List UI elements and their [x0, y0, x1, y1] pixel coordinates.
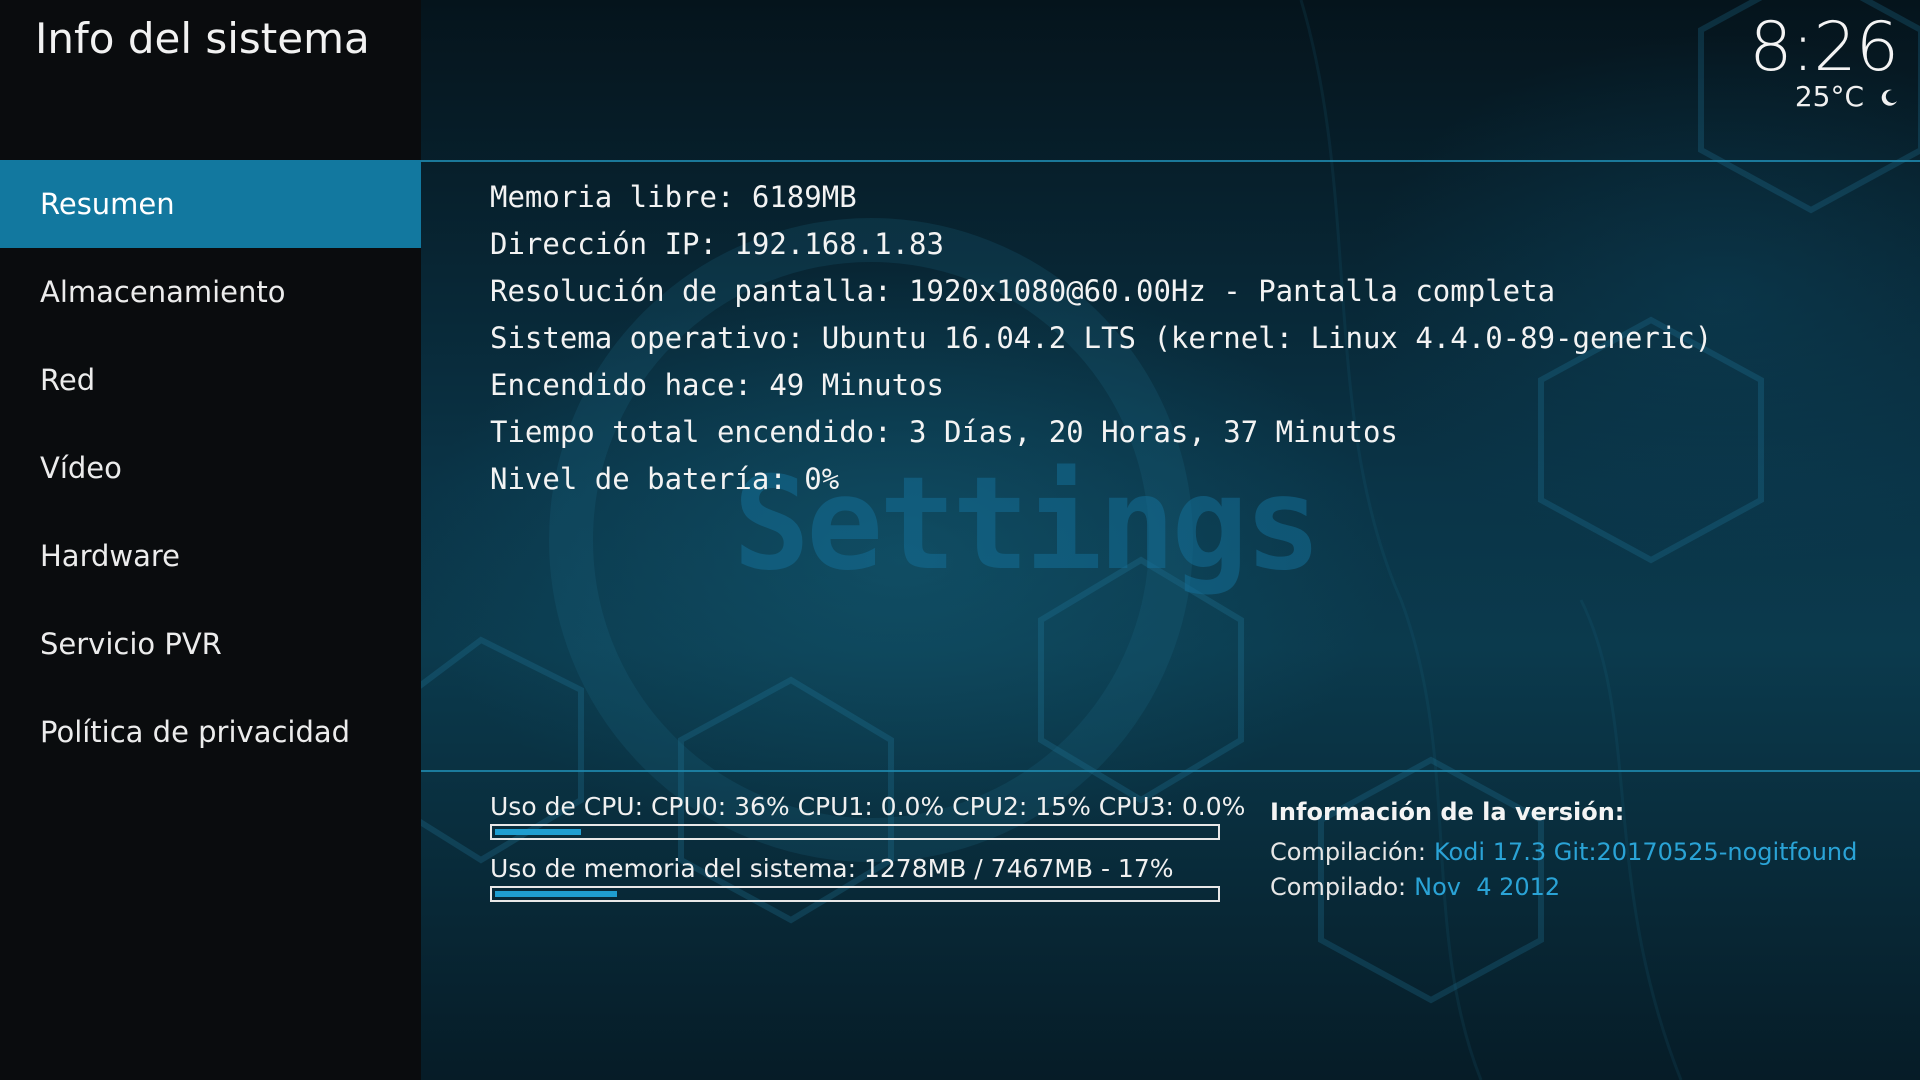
background: Settings	[421, 0, 1920, 1080]
info-uptime: Encendido hace: 49 Minutos	[490, 368, 944, 402]
page-title: Info del sistema	[35, 14, 370, 63]
build-row: Compilación: Kodi 17.3 Git:20170525-nogit…	[1270, 835, 1857, 870]
memory-usage-fill	[495, 891, 617, 897]
info-total-uptime: Tiempo total encendido: 3 Días, 20 Horas…	[490, 415, 1398, 449]
version-title: Información de la versión:	[1270, 798, 1625, 826]
compiled-label: Compilado:	[1270, 873, 1407, 901]
sidebar-item-servicio-pvr[interactable]: Servicio PVR	[0, 600, 421, 688]
bottom-divider	[421, 770, 1920, 772]
summary-info: Memoria libre: 6189MB Dirección IP: 192.…	[490, 174, 1712, 503]
temperature: 25°C	[1794, 80, 1864, 113]
info-ip-address: Dirección IP: 192.168.1.83	[490, 227, 944, 261]
info-battery-level: Nivel de batería: 0%	[490, 462, 840, 496]
sidebar-item-hardware[interactable]: Hardware	[0, 512, 421, 600]
top-divider	[421, 160, 1920, 162]
compiled-row: Compilado: Nov 4 2012	[1270, 870, 1857, 905]
usage-panel: Uso de CPU: CPU0: 36% CPU1: 0.0% CPU2: 1…	[490, 790, 1246, 914]
cpu-usage-bar	[490, 824, 1220, 840]
sidebar-menu: Resumen Almacenamiento Red Vídeo Hardwar…	[0, 160, 421, 776]
info-screen-resolution: Resolución de pantalla: 1920x1080@60.00H…	[490, 274, 1556, 308]
cpu-usage-label: Uso de CPU: CPU0: 36% CPU1: 0.0% CPU2: 1…	[490, 792, 1246, 821]
sidebar-item-red[interactable]: Red	[0, 336, 421, 424]
compiled-value: Nov 4 2012	[1414, 873, 1561, 901]
sidebar-item-politica-privacidad[interactable]: Política de privacidad	[0, 688, 421, 776]
clock-time: 8:26	[1749, 8, 1899, 87]
clock-widget: 8:26 25°C	[1749, 8, 1899, 113]
sidebar-item-almacenamiento[interactable]: Almacenamiento	[0, 248, 421, 336]
memory-usage-label: Uso de memoria del sistema: 1278MB / 746…	[490, 854, 1174, 883]
memory-usage-bar	[490, 886, 1220, 902]
build-label: Compilación:	[1270, 838, 1426, 866]
build-value: Kodi 17.3 Git:20170525-nogitfound	[1433, 838, 1858, 866]
sidebar-item-video[interactable]: Vídeo	[0, 424, 421, 512]
screen: Settings Info del sistema Resumen Almace…	[0, 0, 1920, 1080]
cpu-usage-fill	[495, 829, 581, 835]
version-info: Información de la versión: Compilación: K…	[1270, 795, 1857, 905]
sidebar-item-resumen[interactable]: Resumen	[0, 160, 421, 248]
moon-icon	[1880, 83, 1898, 106]
info-operating-system: Sistema operativo: Ubuntu 16.04.2 LTS (k…	[490, 321, 1713, 355]
sidebar: Info del sistema Resumen Almacenamiento …	[0, 0, 421, 1080]
info-free-memory: Memoria libre: 6189MB	[490, 180, 857, 214]
